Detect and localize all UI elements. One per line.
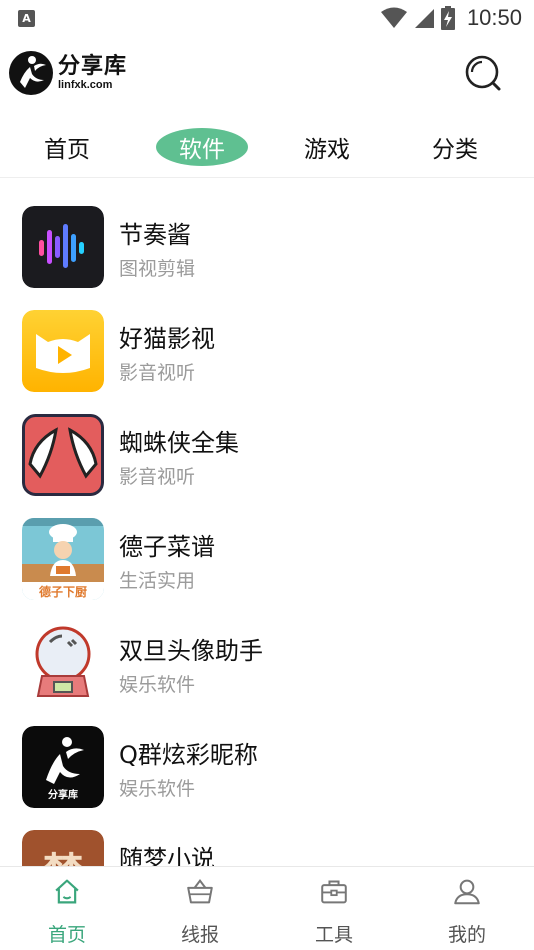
app-name: 蜘蛛侠全集: [119, 429, 239, 457]
app-name: 节奏酱: [119, 221, 191, 249]
toolbox-icon: [321, 880, 347, 904]
audio-wave-icon: [22, 206, 104, 288]
nav-deals[interactable]: 线报: [150, 877, 250, 947]
logo-name: 分享库: [58, 53, 128, 79]
fenxiangku-logo-icon: 分享库: [22, 726, 104, 808]
signal-icon: [414, 9, 434, 28]
snow-globe-icon: [22, 622, 104, 704]
tab-software[interactable]: 软件: [156, 128, 248, 166]
notification-icon: A: [18, 10, 35, 27]
list-item[interactable]: 蜘蛛侠全集 影音视听: [0, 396, 534, 500]
app-name: Q群炫彩昵称: [119, 741, 258, 769]
icon-caption: 梦: [43, 849, 83, 866]
list-item[interactable]: 德子下厨 德子菜谱 生活实用: [0, 500, 534, 604]
logo-url: linfxk.com: [58, 78, 113, 91]
app-category: 生活实用: [119, 570, 196, 592]
cat-play-icon: [22, 310, 104, 392]
app-name: 双旦头像助手: [119, 637, 263, 665]
app-name: 随梦小说: [119, 845, 215, 866]
list-item[interactable]: 梦 随梦小说: [0, 812, 534, 866]
list-item[interactable]: 双旦头像助手 娱乐软件: [0, 604, 534, 708]
app-category: 娱乐软件: [119, 674, 196, 696]
nav-label: 首页: [47, 924, 86, 946]
app-name: 德子菜谱: [119, 533, 215, 561]
app-logo[interactable]: 分享库 linfxk.com: [8, 50, 127, 96]
nav-home[interactable]: 首页: [17, 877, 117, 947]
app-category: 影音视听: [119, 362, 196, 384]
bottom-nav: 首页 线报 工具 我的: [0, 866, 534, 950]
app-header: 分享库 linfxk.com: [0, 44, 534, 104]
user-icon: [454, 879, 480, 905]
nav-label: 工具: [314, 924, 353, 946]
nav-label: 线报: [180, 924, 219, 946]
nav-label: 我的: [447, 924, 486, 946]
list-item[interactable]: 节奏酱 图视剪辑: [0, 188, 534, 292]
app-list: 节奏酱 图视剪辑 好猫影视 影音视听 蜘蛛侠全集 影音视听 德子下厨 德子菜谱 …: [0, 188, 534, 866]
fenxiangku-logo-icon: [9, 51, 53, 95]
chef-icon: 德子下厨: [22, 518, 104, 600]
nav-tools[interactable]: 工具: [284, 877, 384, 947]
basket-icon: [187, 878, 213, 904]
list-item[interactable]: 好猫影视 影音视听: [0, 292, 534, 396]
nav-profile[interactable]: 我的: [417, 877, 517, 947]
spider-mask-icon: [22, 414, 104, 496]
status-icons: 10:50: [380, 4, 522, 32]
wifi-icon: [380, 7, 407, 28]
app-name: 好猫影视: [119, 325, 215, 353]
app-category: 娱乐软件: [119, 778, 196, 800]
app-category: 影音视听: [119, 466, 196, 488]
tab-games[interactable]: 游戏: [290, 128, 364, 166]
search-icon[interactable]: [464, 54, 502, 92]
icon-caption: 德子下厨: [39, 584, 87, 599]
app-category: 图视剪辑: [119, 258, 196, 280]
battery-charging-icon: [440, 6, 455, 30]
home-icon: [55, 879, 79, 904]
tab-categories[interactable]: 分类: [418, 128, 492, 166]
list-item[interactable]: 分享库 Q群炫彩昵称 娱乐软件: [0, 708, 534, 812]
status-bar: A 10:50: [0, 0, 534, 36]
tab-home[interactable]: 首页: [30, 128, 104, 166]
icon-caption: 分享库: [48, 788, 78, 801]
novel-icon: 梦: [22, 830, 104, 866]
category-tabs: 首页 软件 游戏 分类: [0, 116, 534, 178]
clock: 10:50: [466, 5, 522, 30]
